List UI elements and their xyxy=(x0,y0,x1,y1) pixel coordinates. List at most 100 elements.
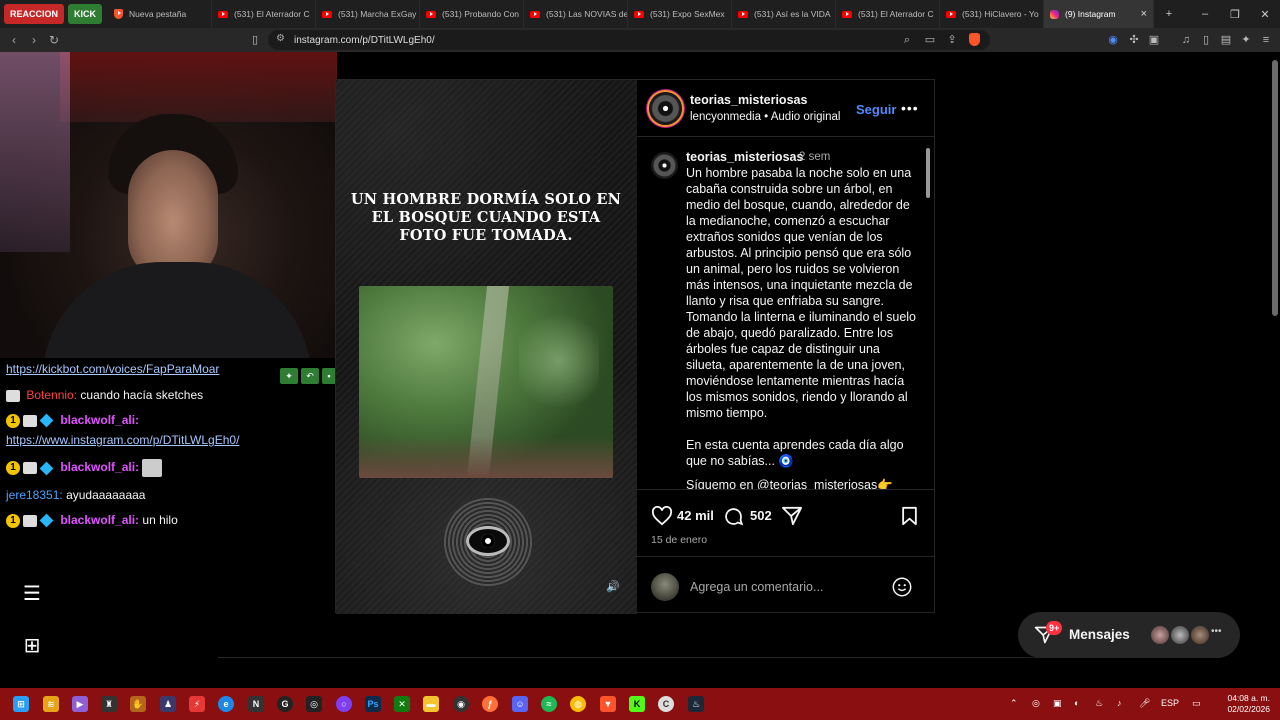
caption-avatar[interactable] xyxy=(651,152,678,179)
tab-youtube-3[interactable]: (531) Probando Con xyxy=(420,0,525,28)
brave-taskbar-icon[interactable]: ▼ xyxy=(600,696,616,712)
reload-icon[interactable]: ↻ xyxy=(44,33,64,47)
address-bar[interactable]: ⚙ instagram.com/p/DTitLWLgEh0/ xyxy=(268,30,990,50)
pinned-tab-reaccion[interactable]: REACCION xyxy=(4,4,65,24)
caption-scrollbar[interactable] xyxy=(925,140,931,492)
save-bookmark-icon[interactable] xyxy=(901,506,918,526)
caption-username[interactable]: teorias_misteriosas xyxy=(686,150,803,164)
tray-app-icon[interactable]: ◎ xyxy=(1032,698,1040,709)
edge-browser-icon[interactable]: e xyxy=(218,696,234,712)
maximize-button[interactable]: ❐ xyxy=(1220,8,1250,21)
audio-attribution[interactable]: lencyonmedia • Audio original xyxy=(690,111,840,123)
page-scrollbar[interactable] xyxy=(1272,60,1278,316)
back-icon[interactable]: ‹ xyxy=(4,33,24,47)
chat-link[interactable]: https://kickbot.com/voices/FapParaMoar xyxy=(6,362,219,376)
tray-chevron-icon[interactable]: ⌃ xyxy=(1010,698,1018,709)
comment-count[interactable]: 502 xyxy=(750,508,772,523)
more-apps-icon[interactable]: ⊞ xyxy=(20,634,44,658)
app-icon[interactable]: G xyxy=(277,696,293,712)
like-count[interactable]: 42 mil xyxy=(677,508,714,523)
windows-start-icon[interactable]: ⊞ xyxy=(13,696,29,712)
layers-app-icon[interactable]: ≋ xyxy=(43,696,59,712)
tab-youtube-4[interactable]: (531) Las NOVIAS de xyxy=(524,0,629,28)
app-icon[interactable]: ○ xyxy=(336,696,352,712)
caption-scroll-thumb[interactable] xyxy=(926,148,930,198)
steam-icon[interactable]: ♨ xyxy=(688,696,704,712)
capture-app-icon[interactable]: ◎ xyxy=(306,696,322,712)
volume-icon[interactable]: 🔊 xyxy=(606,580,620,594)
forward-icon[interactable]: › xyxy=(24,33,44,47)
media-icon[interactable]: ♫ xyxy=(1179,33,1193,47)
mic-tray-icon[interactable]: 🎤︎ xyxy=(1139,698,1150,709)
xbox-icon[interactable]: ✕ xyxy=(394,696,410,712)
author-username[interactable]: teorias_misteriosas xyxy=(690,93,807,107)
new-tab-button[interactable]: + xyxy=(1154,8,1184,20)
extensions-icon[interactable]: ✣ xyxy=(1127,33,1141,47)
delete-icon[interactable]: ▪ xyxy=(322,368,336,384)
file-explorer-icon[interactable]: ▬ xyxy=(423,696,439,712)
network-tray-icon[interactable]: ▭ xyxy=(1192,698,1201,709)
notion-app-icon[interactable]: N xyxy=(248,696,264,712)
app-icon[interactable]: ✋ xyxy=(130,696,146,712)
media-app-icon[interactable]: ▶ xyxy=(72,696,88,712)
close-window-button[interactable]: ✕ xyxy=(1250,8,1280,21)
chat-link[interactable]: https://www.instagram.com/p/DTitLWLgEh0/ xyxy=(6,433,239,447)
tray-app-icon[interactable]: ▣ xyxy=(1053,698,1062,709)
share-icon[interactable]: ⇪ xyxy=(945,33,959,47)
spotify-icon[interactable]: ≈ xyxy=(541,696,557,712)
brave-shields-icon[interactable] xyxy=(969,33,980,46)
tray-steam-icon[interactable]: ♨ xyxy=(1095,698,1103,709)
tray-app-icon[interactable]: ◐ xyxy=(1074,698,1079,708)
tab-youtube-6[interactable]: (531) Así es la VIDA xyxy=(732,0,837,28)
kick-icon[interactable]: K xyxy=(629,696,645,712)
author-avatar[interactable] xyxy=(649,92,682,125)
post-media[interactable]: UN HOMBRE DORMÍA SOLO EN EL BOSQUE CUAND… xyxy=(336,80,637,614)
discord-icon[interactable]: ☺ xyxy=(512,696,528,712)
tab-youtube-2[interactable]: (531) Marcha ExGay xyxy=(316,0,421,28)
forest-photo xyxy=(359,286,613,478)
reply-icon[interactable]: ↶ xyxy=(301,368,319,384)
minimize-button[interactable]: – xyxy=(1190,8,1220,20)
wallet-icon[interactable]: ◉ xyxy=(1106,33,1120,47)
messages-badge: 9+ xyxy=(1046,621,1063,635)
menu-icon[interactable]: ☰ xyxy=(20,582,44,606)
post-date[interactable]: 15 de enero xyxy=(651,534,707,546)
tab-youtube-5[interactable]: (531) Expo SexMex xyxy=(628,0,733,28)
tab-nueva-pestana[interactable]: Nueva pestaña xyxy=(108,0,213,28)
sidebar-icon[interactable]: ▯ xyxy=(1199,33,1213,47)
clock[interactable]: 04:08 a. m. 02/02/2026 xyxy=(1222,693,1270,715)
pin-icon[interactable]: ✦ xyxy=(280,368,298,384)
app-icon[interactable]: ♟ xyxy=(160,696,176,712)
zoom-icon[interactable]: ⌕ xyxy=(900,33,914,47)
more-options-icon[interactable]: ••• xyxy=(901,100,919,116)
cast-icon[interactable]: ▭ xyxy=(923,33,937,47)
bookmark-icon[interactable]: ▯ xyxy=(248,33,262,47)
follow-button[interactable]: Seguir xyxy=(856,102,896,117)
lightning-app-icon[interactable]: ⚡ xyxy=(189,696,205,712)
pinned-tab-kick[interactable]: KICK xyxy=(68,4,103,24)
game-app-icon[interactable]: ♜ xyxy=(101,696,117,712)
chrome-icon[interactable]: ◍ xyxy=(570,696,586,712)
like-heart-icon[interactable] xyxy=(651,506,673,526)
wallet-card-icon[interactable]: ▤ xyxy=(1219,33,1233,47)
vpn-icon[interactable]: ▣ xyxy=(1147,33,1161,47)
app-icon[interactable]: C xyxy=(658,696,674,712)
volume-tray-icon[interactable]: ♪ xyxy=(1117,698,1122,708)
tab-youtube-1[interactable]: (531) El Aterrador C xyxy=(212,0,317,28)
tab-youtube-8[interactable]: (531) HiClavero - Yo xyxy=(940,0,1045,28)
photoshop-icon[interactable]: Ps xyxy=(365,696,381,712)
menu-icon[interactable]: ≡ xyxy=(1259,33,1273,47)
tab-youtube-7[interactable]: (531) El Aterrador C xyxy=(836,0,941,28)
site-info-icon[interactable]: ⚙ xyxy=(276,33,285,44)
tab-instagram[interactable]: (9) Instagram × xyxy=(1044,0,1155,28)
emoji-icon[interactable] xyxy=(891,576,913,598)
language-indicator[interactable]: ESP xyxy=(1161,698,1179,708)
comment-input[interactable] xyxy=(690,579,880,595)
comment-icon[interactable] xyxy=(723,506,744,527)
share-icon[interactable] xyxy=(781,506,803,526)
tab-close-icon[interactable]: × xyxy=(1141,8,1147,20)
leo-ai-icon[interactable]: ✦ xyxy=(1239,33,1253,47)
messages-button[interactable]: 9+ Mensajes ••• xyxy=(1018,612,1240,658)
firefox-icon[interactable]: ƒ xyxy=(482,696,498,712)
obs-icon[interactable]: ◉ xyxy=(453,696,469,712)
